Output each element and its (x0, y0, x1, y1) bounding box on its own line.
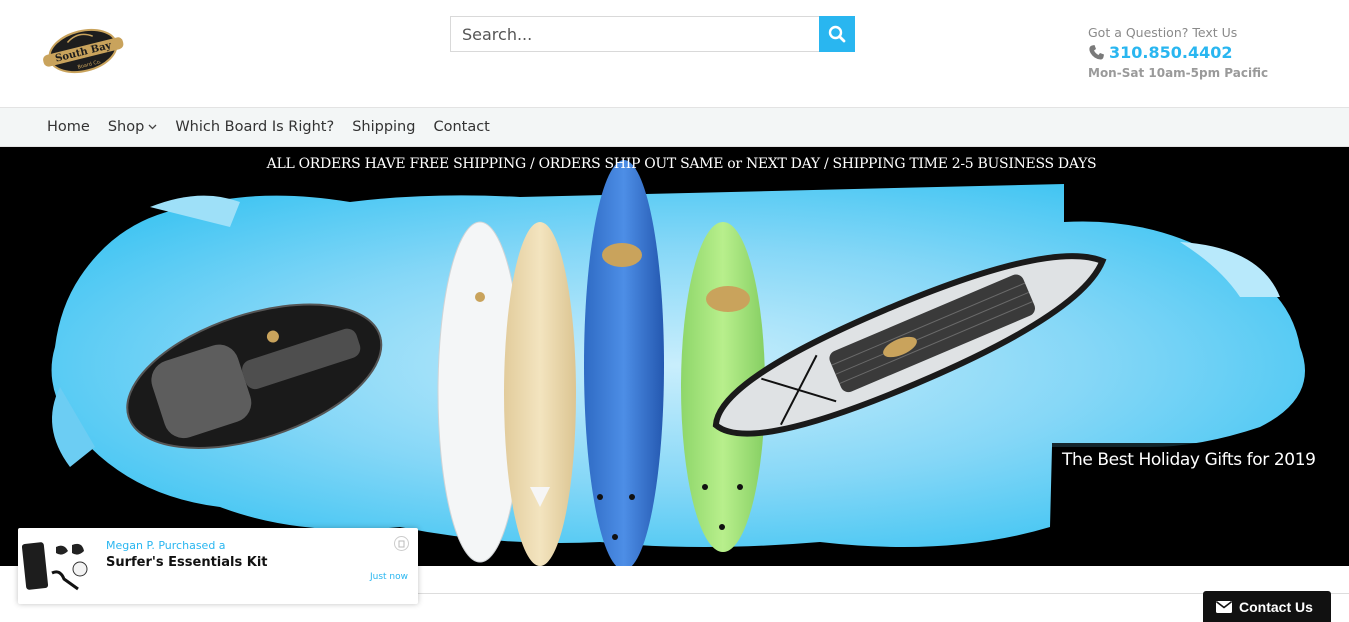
popup-product-name[interactable]: Surfer's Essentials Kit (106, 555, 268, 570)
hero-banner[interactable]: ALL ORDERS HAVE FREE SHIPPING / ORDERS S… (0, 147, 1349, 566)
chevron-down-icon (148, 124, 157, 130)
recent-purchase-popup[interactable]: Megan P. Purchased a Surfer's Essentials… (18, 528, 418, 604)
nav-home[interactable]: Home (38, 119, 99, 135)
phone-link[interactable]: 310.850.4402 (1109, 43, 1232, 62)
search-input[interactable] (450, 16, 819, 52)
envelope-icon (1216, 600, 1232, 613)
product-thumbnail (22, 542, 88, 591)
popup-buyer: Megan P. Purchased a (106, 539, 226, 552)
promo-label[interactable]: The Best Holiday Gifts for 2019 (1052, 443, 1332, 477)
search-bar (450, 16, 855, 52)
nav-shop[interactable]: Shop (99, 119, 166, 135)
phone-icon (1089, 45, 1104, 60)
popup-time: Just now (369, 572, 408, 582)
main-nav: Home Shop Which Board Is Right? Shipping… (0, 107, 1349, 147)
shipping-announcement: ALL ORDERS HAVE FREE SHIPPING / ORDERS S… (266, 156, 1097, 172)
nav-contact[interactable]: Contact (424, 119, 498, 135)
contact-us-tab[interactable]: Contact Us (1203, 591, 1331, 622)
nav-which-board[interactable]: Which Board Is Right? (166, 119, 343, 135)
contact-hours: Mon-Sat 10am-5pm Pacific (1088, 66, 1269, 80)
hero-image (51, 160, 1306, 566)
logo[interactable]: South Bay Board Co. (40, 22, 126, 80)
search-icon (828, 25, 846, 43)
contact-tab-label: Contact Us (1239, 598, 1313, 615)
nav-shipping[interactable]: Shipping (343, 119, 424, 135)
site-header: South Bay Board Co. Got a Question? Text… (0, 0, 1349, 107)
close-icon[interactable] (394, 536, 409, 551)
header-contact: Got a Question? Text Us 310.850.4402 Mon… (1088, 25, 1328, 80)
search-button[interactable] (819, 16, 855, 52)
contact-question: Got a Question? Text Us (1088, 25, 1238, 40)
